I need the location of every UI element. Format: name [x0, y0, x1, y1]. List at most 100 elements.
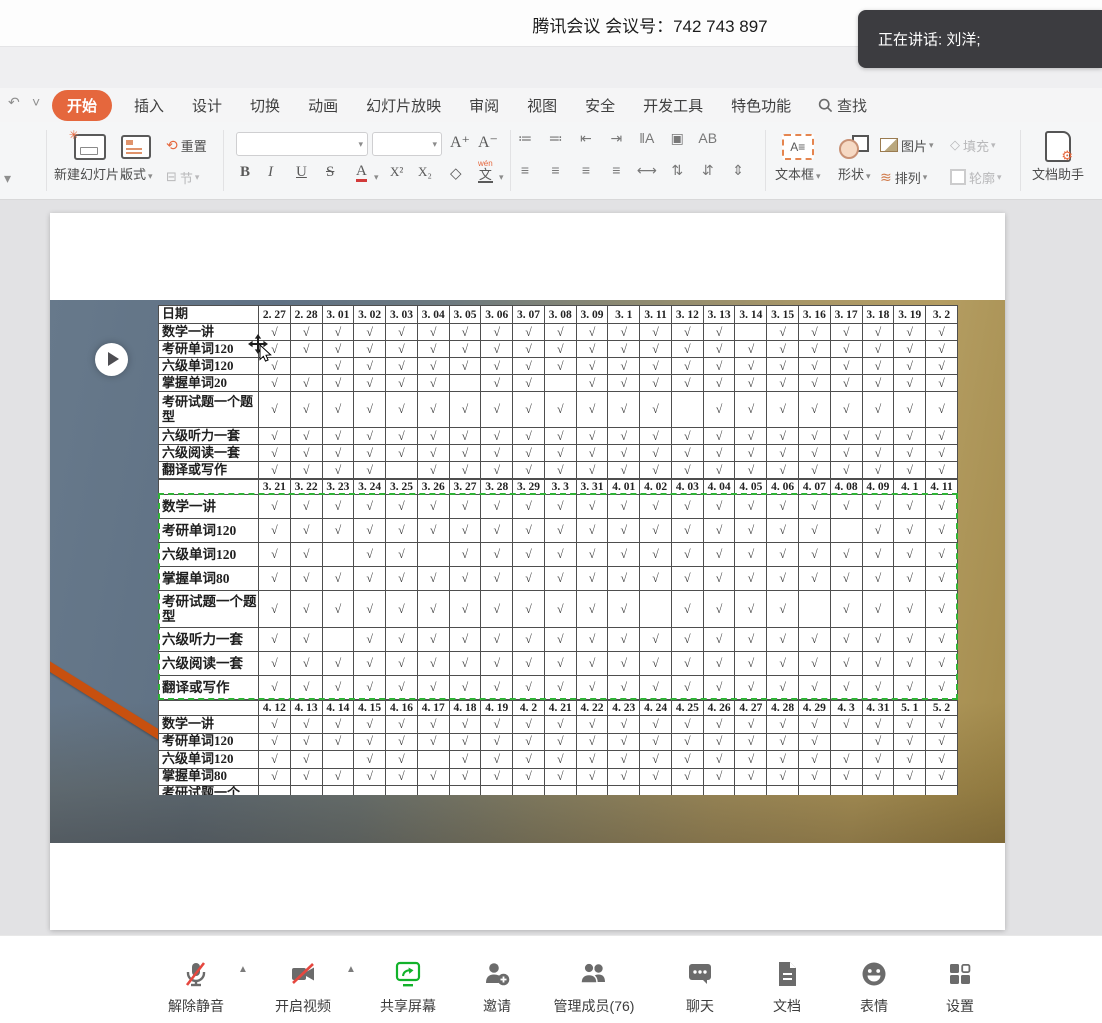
font-name-select[interactable]: ▾ — [236, 132, 368, 156]
numbering-icon[interactable]: ≕ — [542, 130, 568, 147]
check-cell: √ — [290, 445, 322, 462]
tab-security[interactable]: 安全 — [585, 95, 615, 116]
align-right-icon[interactable]: ≡ — [573, 162, 599, 178]
tab-review[interactable]: 审阅 — [469, 95, 499, 116]
schedule-table-section-1[interactable]: 日期2. 272. 283. 013. 023. 033. 043. 053. … — [158, 305, 958, 479]
indent-icon[interactable]: ⇥ — [603, 130, 629, 147]
subscript-button[interactable]: X₂ — [418, 164, 432, 180]
pinyin-caret[interactable]: ▾ — [499, 172, 504, 183]
font-size-select[interactable]: ▾ — [372, 132, 442, 156]
outline-button[interactable]: 轮廓▾ — [950, 166, 1002, 188]
undo-icon[interactable]: ↶ — [8, 94, 20, 111]
clear-format-icon[interactable]: ◇ — [450, 164, 462, 183]
schedule-table-section-3[interactable]: 4. 124. 134. 144. 154. 164. 174. 184. 19… — [158, 700, 958, 795]
invite-button[interactable]: 邀请 — [442, 954, 552, 1016]
outdent-icon[interactable]: ⇤ — [573, 130, 599, 147]
check-cell: √ — [703, 733, 735, 751]
check-cell: √ — [799, 676, 831, 700]
tab-special-features[interactable]: 特色功能 — [731, 95, 791, 116]
check-cell: √ — [703, 445, 735, 462]
check-cell: √ — [862, 567, 894, 591]
grow-font-button[interactable]: A⁺ — [450, 132, 470, 152]
check-cell: √ — [703, 628, 735, 652]
tab-animation[interactable]: 动画 — [308, 95, 338, 116]
start-video-button[interactable]: 开启视频 — [248, 954, 358, 1016]
layout-button[interactable]: 版式▾ — [120, 130, 153, 183]
section-button[interactable]: ⊟ 节▾ — [166, 166, 199, 188]
strikethrough-button[interactable]: S — [326, 164, 334, 181]
settings-button[interactable]: 设置 — [905, 954, 1015, 1016]
check-cell: √ — [449, 519, 481, 543]
check-cell: √ — [259, 733, 291, 751]
more-commands-icon[interactable]: ˅ — [32, 94, 40, 110]
text-box-button[interactable]: A≡ 文本框▾ — [775, 130, 821, 183]
check-cell: √ — [322, 392, 354, 428]
picture-button[interactable]: 图片▾ — [880, 134, 934, 156]
schedule-table-section-2[interactable]: 3. 213. 223. 233. 243. 253. 263. 273. 28… — [158, 479, 958, 700]
tab-slideshow[interactable]: 幻灯片放映 — [366, 95, 441, 116]
date-cell: 4. 12 — [259, 701, 291, 716]
pinyin-guide-button[interactable]: wén 文 — [478, 160, 493, 183]
tab-devtools[interactable]: 开发工具 — [643, 95, 703, 116]
empty-cell — [417, 543, 449, 567]
shrink-font-button[interactable]: A⁻ — [478, 132, 498, 152]
font-color-button[interactable]: A — [356, 164, 367, 182]
check-cell: √ — [608, 462, 640, 479]
distribute-icon[interactable]: ⟷ — [634, 162, 660, 179]
tab-design[interactable]: 设计 — [192, 95, 222, 116]
font-color-caret[interactable]: ▾ — [374, 172, 379, 183]
tab-transition[interactable]: 切换 — [250, 95, 280, 116]
check-cell: √ — [576, 628, 608, 652]
check-cell: √ — [290, 324, 322, 341]
empty-cell — [290, 786, 322, 796]
empty-cell — [513, 786, 545, 796]
line-spacing-icon[interactable]: ⇕ — [725, 162, 751, 179]
bullets-icon[interactable]: ≔ — [512, 130, 538, 147]
new-slide-button[interactable]: ✳ 新建幻灯片▾ — [54, 130, 126, 183]
tab-insert[interactable]: 插入 — [134, 95, 164, 116]
superscript-button[interactable]: X² — [390, 164, 403, 180]
outline-icon — [950, 169, 966, 185]
text-direction-icon[interactable]: ‖A — [634, 130, 660, 146]
tab-view[interactable]: 视图 — [527, 95, 557, 116]
underline-button[interactable]: U — [296, 164, 307, 181]
date-cell: 4. 13 — [290, 701, 322, 716]
arrange-button[interactable]: ≋ 排列▾ — [880, 166, 927, 188]
lower-paragraph-icon[interactable]: ⇵ — [695, 162, 721, 179]
unmute-button[interactable]: 解除静音 — [141, 954, 251, 1016]
doc-assistant-button[interactable]: ⚙ 文档助手 — [1032, 128, 1084, 183]
check-cell: √ — [513, 676, 545, 700]
check-cell: √ — [354, 716, 386, 734]
slide[interactable]: 日期2. 272. 283. 013. 023. 033. 043. 053. … — [50, 213, 1005, 930]
document-canvas[interactable]: 日期2. 272. 283. 013. 023. 033. 043. 053. … — [0, 200, 1102, 935]
check-cell: √ — [735, 495, 767, 519]
tab-home[interactable]: 开始 — [52, 90, 112, 121]
justify-icon[interactable]: ≡ — [603, 162, 629, 178]
table-row: 掌握单词80√√√√√√√√√√√√√√√√√√√√√√ — [159, 768, 958, 786]
audio-options-caret[interactable]: ▲ — [238, 964, 248, 975]
fill-button[interactable]: ◇ 填充▾ — [950, 134, 996, 156]
empty-cell — [830, 786, 862, 796]
shapes-button[interactable]: 形状▾ — [838, 130, 871, 183]
reset-button[interactable]: ⟲ 重置 — [166, 134, 207, 156]
check-cell: √ — [703, 751, 735, 769]
check-cell: √ — [926, 445, 958, 462]
study-schedule-table[interactable]: 日期2. 272. 283. 013. 023. 033. 043. 053. … — [158, 305, 960, 795]
align-left-icon[interactable]: ≡ — [512, 162, 538, 178]
text-frame-icon[interactable]: ▣ — [664, 130, 690, 147]
bold-button[interactable]: B — [240, 164, 250, 181]
raise-paragraph-icon[interactable]: ⇅ — [664, 162, 690, 179]
play-button[interactable] — [95, 343, 128, 376]
check-cell: √ — [640, 392, 672, 428]
align-center-icon[interactable]: ≡ — [542, 162, 568, 178]
italic-button[interactable]: I — [268, 164, 273, 181]
manage-members-button[interactable]: 管理成员(76) — [539, 954, 649, 1016]
char-fit-icon[interactable]: AB — [695, 130, 721, 146]
search[interactable]: 查找 — [818, 95, 867, 116]
collapsed-group-caret[interactable]: ▾ — [4, 170, 11, 187]
task-label: 数学一讲 — [159, 324, 259, 341]
check-cell: √ — [608, 733, 640, 751]
check-cell: √ — [386, 652, 418, 676]
check-cell: √ — [354, 324, 386, 341]
check-cell: √ — [513, 567, 545, 591]
